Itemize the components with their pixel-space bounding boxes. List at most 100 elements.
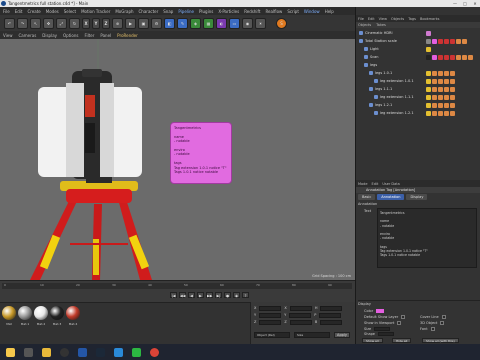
material-preview[interactable]: [50, 306, 64, 320]
tag-icon[interactable]: [444, 95, 449, 100]
tag-icon[interactable]: [438, 71, 443, 76]
tag-icon[interactable]: [438, 111, 443, 116]
om-menu-tags[interactable]: Tags: [408, 17, 416, 21]
tag-icon[interactable]: [450, 71, 455, 76]
tag-icon[interactable]: [438, 39, 443, 44]
tag-icon[interactable]: [438, 87, 443, 92]
menu-item-mograph[interactable]: MoGraph: [115, 9, 133, 14]
coordinate-system-icon[interactable]: ⊕: [112, 17, 123, 29]
array-icon[interactable]: ▦: [203, 17, 214, 29]
tag-icon[interactable]: [450, 111, 455, 116]
go-end-icon[interactable]: ▶|: [215, 292, 222, 298]
menu-item-redshift[interactable]: Redshift: [244, 9, 260, 14]
cover-line-checkbox[interactable]: [441, 315, 446, 319]
om-menu-file[interactable]: File: [358, 17, 364, 21]
tag-icon[interactable]: [432, 95, 437, 100]
om-tab-objects[interactable]: Objects: [358, 23, 371, 27]
close-button[interactable]: ✕: [470, 0, 480, 7]
tag-icon[interactable]: [450, 87, 455, 92]
y-axis-lock-icon[interactable]: Y: [92, 17, 100, 29]
material-preview[interactable]: [18, 306, 32, 320]
tag-icon[interactable]: [444, 111, 449, 116]
prev-key-icon[interactable]: ◀◀: [179, 292, 186, 298]
cube-icon[interactable]: ◧: [164, 17, 175, 29]
coord-input[interactable]: [259, 320, 282, 325]
autokey-icon[interactable]: ◉: [233, 292, 240, 298]
viewport-menu-options[interactable]: Options: [63, 33, 78, 38]
menu-item-script[interactable]: Script: [287, 9, 299, 14]
object-row[interactable]: leg extension 1.0.1: [356, 78, 480, 85]
shape-dropdown[interactable]: [377, 332, 394, 336]
tag-icon[interactable]: [444, 87, 449, 92]
menu-item-edit[interactable]: Edit: [15, 9, 23, 14]
menu-item-window[interactable]: Window: [304, 9, 320, 14]
viewport-menu-filter[interactable]: Filter: [84, 33, 94, 38]
size-dropdown[interactable]: [374, 327, 391, 331]
coord-input[interactable]: [289, 320, 312, 325]
undo-icon[interactable]: ↶: [4, 17, 15, 29]
attr-tab-annotation[interactable]: Annotation: [377, 194, 405, 200]
tag-icon[interactable]: [450, 95, 455, 100]
render-settings-icon[interactable]: ⚙: [151, 17, 162, 29]
tag-icon[interactable]: [432, 111, 437, 116]
menu-item-x-particles[interactable]: X-Particles: [218, 9, 239, 14]
help-icon[interactable]: ?: [242, 292, 249, 298]
tag-icon[interactable]: [432, 55, 437, 60]
tag-icon[interactable]: [438, 79, 443, 84]
tag-icon[interactable]: [462, 55, 467, 60]
tag-icon[interactable]: [432, 79, 437, 84]
tag-icon[interactable]: [432, 87, 437, 92]
color-swatch[interactable]: [376, 309, 385, 313]
object-row[interactable]: Scan: [356, 54, 480, 61]
menu-item-pipeline[interactable]: Pipeline: [178, 9, 194, 14]
prev-frame-icon[interactable]: ◀: [188, 292, 195, 298]
minimize-button[interactable]: —: [450, 0, 460, 7]
attr-tab-display[interactable]: Display: [406, 194, 428, 200]
attr-tab-basic[interactable]: Basic: [358, 194, 376, 200]
om-menu-objects[interactable]: Objects: [391, 17, 404, 21]
tag-icon[interactable]: [450, 39, 455, 44]
show-viewport-checkbox[interactable]: [397, 321, 402, 325]
tag-icon[interactable]: [444, 55, 449, 60]
tag-icon[interactable]: [450, 79, 455, 84]
go-start-icon[interactable]: |◀: [170, 292, 177, 298]
material-preview[interactable]: [66, 306, 80, 320]
redo-icon[interactable]: ↷: [17, 17, 28, 29]
script-icon[interactable]: S: [276, 17, 287, 29]
tag-icon[interactable]: [468, 55, 473, 60]
om-tab-takes[interactable]: Takes: [376, 23, 386, 27]
tag-icon[interactable]: [426, 87, 431, 92]
vscode-icon[interactable]: [114, 347, 123, 357]
object-row[interactable]: Light: [356, 46, 480, 53]
tag-icon[interactable]: [444, 39, 449, 44]
menu-item-modes[interactable]: Modes: [46, 9, 59, 14]
tag-icon[interactable]: [456, 55, 461, 60]
annotation-text-field[interactable]: Tangentmetrics name - notable enviro - not…: [377, 208, 477, 268]
om-menu-edit[interactable]: Edit: [368, 17, 375, 21]
attr-menu-edit[interactable]: Edit: [372, 182, 379, 186]
subdivision-icon[interactable]: ◈: [190, 17, 201, 29]
tag-icon[interactable]: [462, 39, 467, 44]
3d-object-checkbox[interactable]: [440, 321, 445, 325]
tag-icon[interactable]: [426, 31, 431, 36]
play-icon[interactable]: ▶: [197, 292, 204, 298]
menu-item-character[interactable]: Character: [139, 9, 159, 14]
maximize-button[interactable]: □: [460, 0, 470, 7]
tag-icon[interactable]: [438, 95, 443, 100]
object-row[interactable]: legs: [356, 62, 480, 69]
pen-icon[interactable]: ✎: [177, 17, 188, 29]
menu-item-help[interactable]: Help: [325, 9, 334, 14]
next-frame-icon[interactable]: ▶▶: [206, 292, 213, 298]
material-preview[interactable]: [2, 306, 16, 320]
tag-icon[interactable]: [444, 103, 449, 108]
object-row[interactable]: Cinematic HDRI: [356, 30, 480, 37]
coord-mode-dropdown[interactable]: Object (Rel): [254, 332, 290, 338]
tag-icon[interactable]: [444, 79, 449, 84]
display-action-button[interactable]: Show all: [362, 338, 383, 343]
coord-input[interactable]: [319, 313, 342, 318]
coord-input[interactable]: [289, 313, 312, 318]
chrome-icon[interactable]: [150, 347, 159, 357]
render-picture-icon[interactable]: ▣: [138, 17, 149, 29]
tag-icon[interactable]: [426, 111, 431, 116]
display-action-button[interactable]: Show all (with this): [422, 338, 459, 343]
